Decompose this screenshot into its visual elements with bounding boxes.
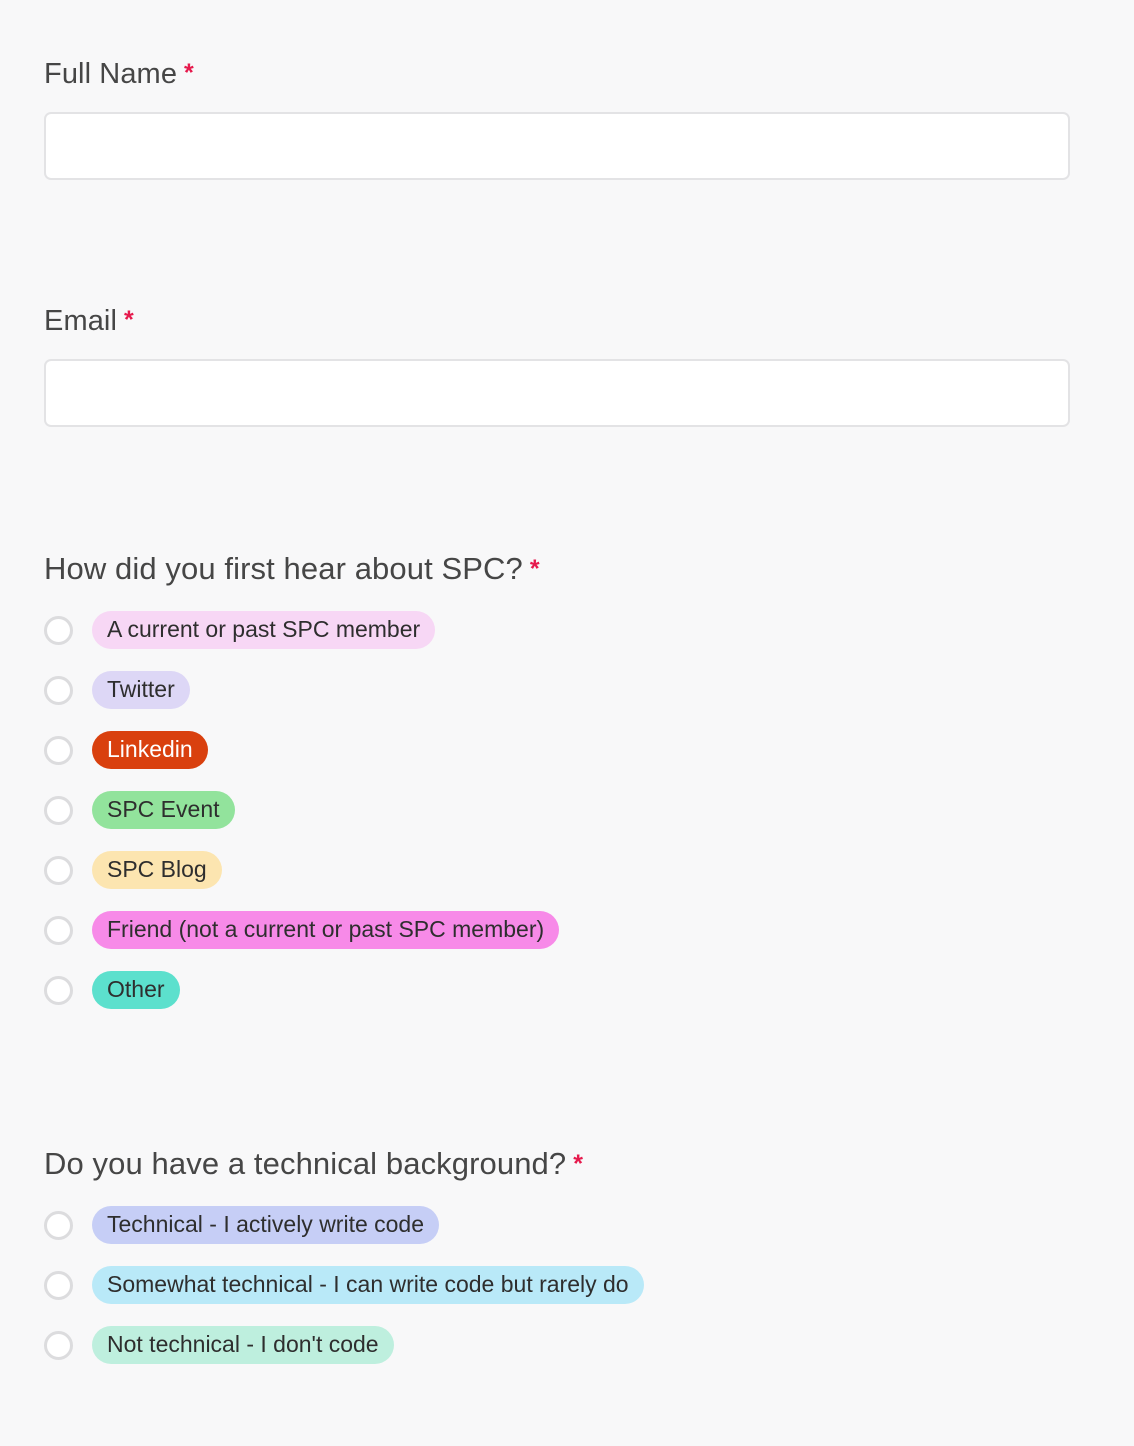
option-pill-label[interactable]: Linkedin [92,730,208,770]
required-asterisk: * [573,1150,584,1178]
option-row[interactable]: A current or past SPC member [44,610,1104,650]
option-row[interactable]: Not technical - I don't code [44,1325,1104,1365]
field-email: Email * [44,307,1070,427]
required-asterisk: * [529,555,540,583]
option-row[interactable]: Technical - I actively write code [44,1205,1104,1245]
option-pill-label[interactable]: SPC Blog [92,850,222,890]
radio-button-icon[interactable] [44,795,73,825]
field-full-name: Full Name * [44,60,1070,180]
option-pill-label[interactable]: Not technical - I don't code [92,1325,394,1365]
option-pill-label[interactable]: Friend (not a current or past SPC member… [92,910,560,950]
radio-group-how-did-you-hear: A current or past SPC member Twitter Linke… [44,610,1104,1010]
option-row[interactable]: SPC Blog [44,850,1104,890]
option-row[interactable]: Linkedin [44,730,1104,770]
question-label-text: How did you first hear about SPC? [44,551,523,586]
option-row[interactable]: Twitter [44,670,1104,710]
option-pill-label[interactable]: Twitter [92,670,190,710]
option-pill-label[interactable]: Somewhat technical - I can write code bu… [92,1265,644,1305]
radio-button-icon[interactable] [44,1270,73,1300]
required-asterisk: * [184,59,194,87]
option-pill-label[interactable]: A current or past SPC member [92,610,436,650]
option-pill-label[interactable]: SPC Event [92,790,235,830]
question-how-did-you-hear: How did you first hear about SPC? * A cur… [44,553,1104,1010]
question-technical-background-label: Do you have a technical background? * [44,1148,1104,1179]
email-input[interactable] [44,359,1070,427]
option-row[interactable]: Friend (not a current or past SPC member… [44,910,1104,950]
radio-button-icon[interactable] [44,735,73,765]
radio-button-icon[interactable] [44,1330,73,1360]
radio-button-icon[interactable] [44,855,73,885]
radio-button-icon[interactable] [44,675,73,705]
radio-button-icon[interactable] [44,915,73,945]
question-label-text: Do you have a technical background? [44,1146,567,1181]
option-row[interactable]: Other [44,970,1104,1010]
email-label: Email * [44,307,1070,336]
option-pill-label[interactable]: Other [92,970,180,1010]
question-technical-background: Do you have a technical background? * Tec… [44,1148,1104,1365]
radio-button-icon[interactable] [44,975,73,1005]
full-name-label-text: Full Name [44,58,178,90]
full-name-label: Full Name * [44,60,1070,89]
option-pill-label[interactable]: Technical - I actively write code [92,1205,440,1245]
option-row[interactable]: Somewhat technical - I can write code bu… [44,1265,1104,1305]
email-label-text: Email [44,305,118,337]
required-asterisk: * [124,306,134,334]
radio-button-icon[interactable] [44,1210,73,1240]
option-row[interactable]: SPC Event [44,790,1104,830]
question-how-did-you-hear-label: How did you first hear about SPC? * [44,553,1104,584]
radio-button-icon[interactable] [44,615,73,645]
full-name-input[interactable] [44,112,1070,180]
radio-group-technical-background: Technical - I actively write code Somewha… [44,1205,1104,1365]
